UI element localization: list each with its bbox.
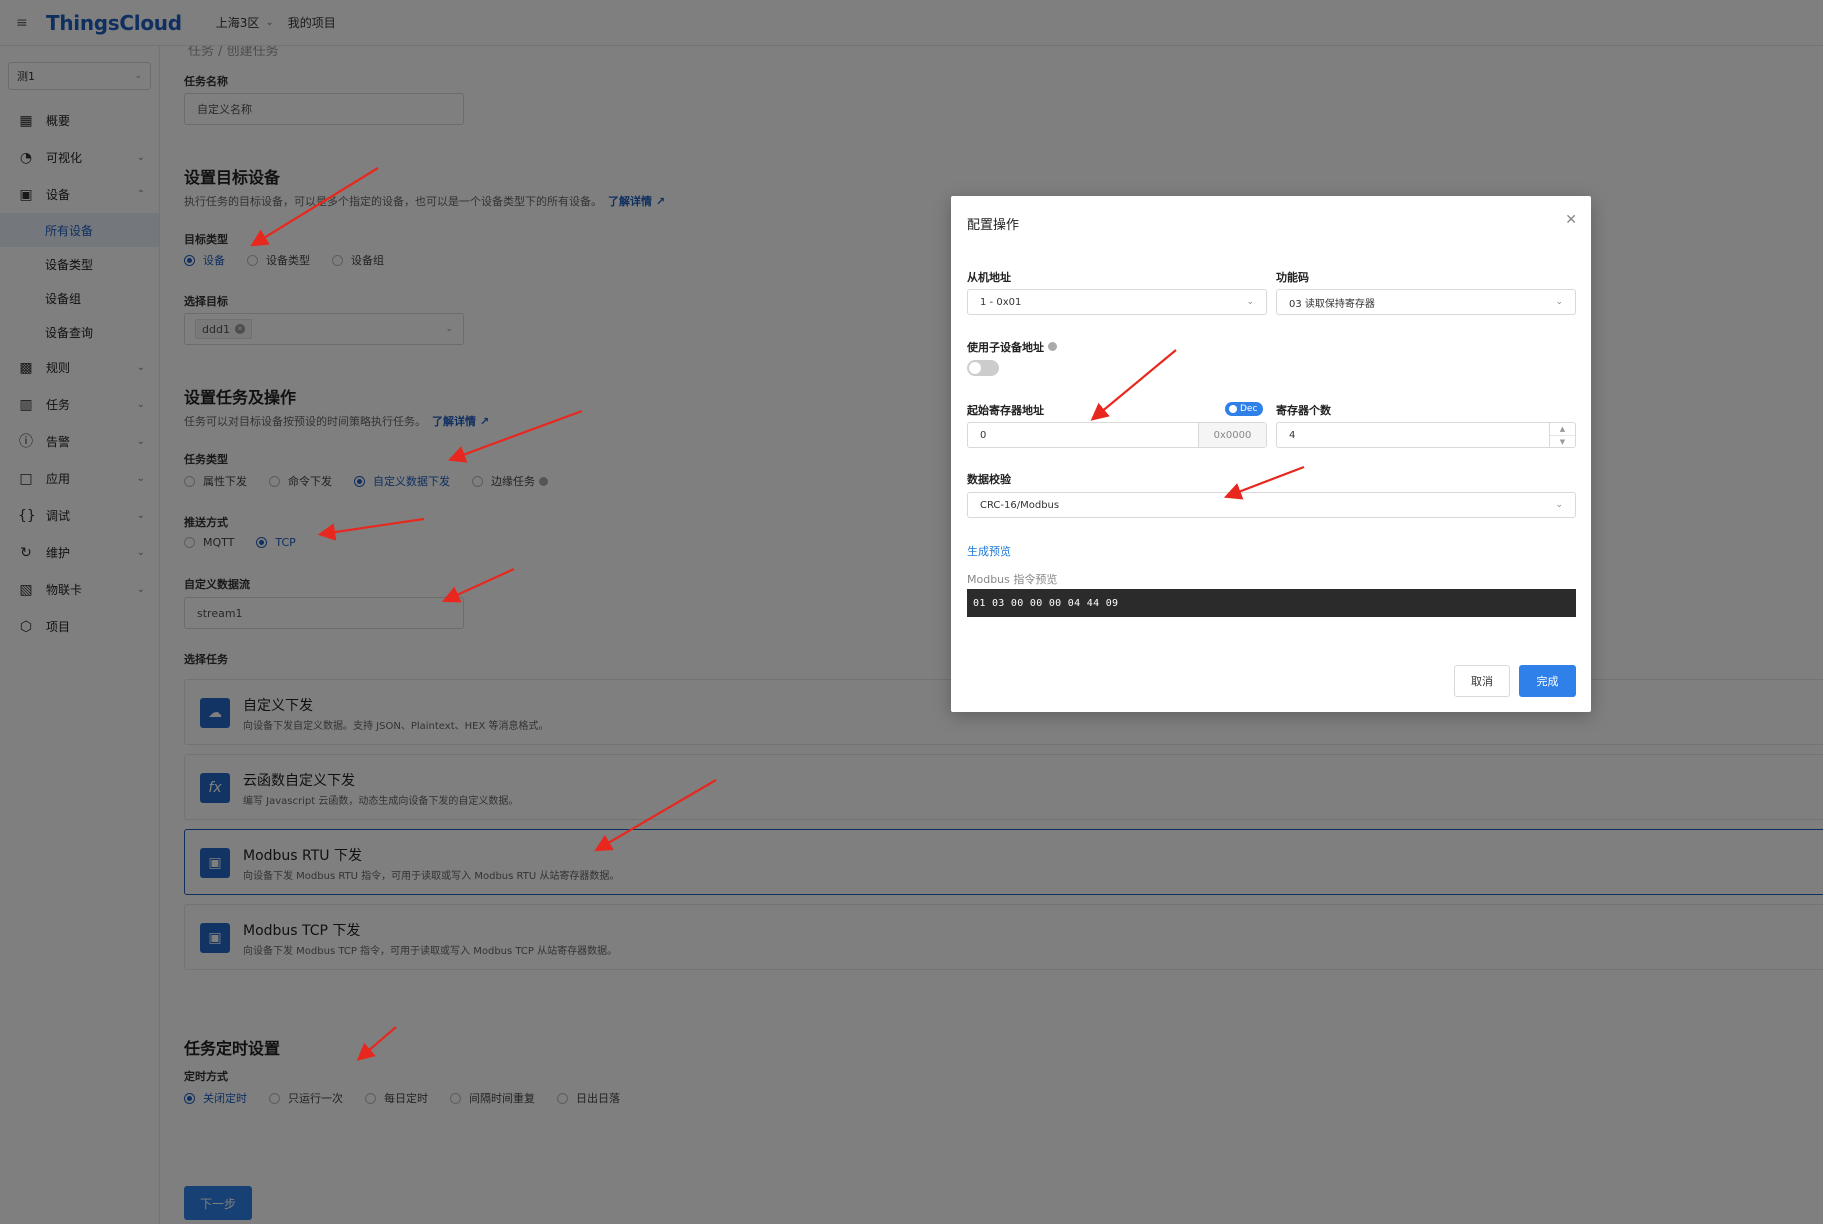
sub-device-address-label: 使用子设备地址 [967, 339, 1057, 355]
cancel-button[interactable]: 取消 [1454, 665, 1510, 697]
data-check-select[interactable]: CRC-16/Modbus ⌄ [967, 492, 1576, 518]
chevron-down-icon: ⌄ [1246, 297, 1254, 307]
slave-address-select[interactable]: 1 - 0x01 ⌄ [967, 289, 1267, 315]
start-register-label: 起始寄存器地址 [967, 404, 1044, 417]
dec-hex-switch[interactable]: Dec [1225, 402, 1264, 416]
slave-address-label: 从机地址 [967, 271, 1011, 284]
toggle-knob [969, 362, 981, 374]
stepper-up-icon[interactable]: ▲ [1550, 423, 1575, 435]
done-button[interactable]: 完成 [1519, 665, 1576, 697]
start-register-hex: 0x0000 [1198, 423, 1266, 447]
sub-device-address-text: 使用子设备地址 [967, 341, 1044, 354]
configure-operation-dialog: 配置操作 ✕ 从机地址 1 - 0x01 ⌄ 功能码 03 读取保持寄存器 ⌄ … [951, 196, 1591, 712]
app-root: ≡ ThingsCloud 上海3区 ⌄ 我的项目 测1 ⌄ ▦ 概要 ◔ 可视… [0, 0, 1823, 1224]
stepper-down-icon[interactable]: ▼ [1550, 435, 1575, 448]
function-code-value: 03 读取保持寄存器 [1289, 298, 1375, 310]
register-count-label: 寄存器个数 [1276, 404, 1331, 417]
preview-label: Modbus 指令预览 [967, 573, 1058, 586]
stepper: ▲ ▼ [1549, 423, 1575, 447]
data-check-value: CRC-16/Modbus [980, 499, 1060, 511]
function-code-select[interactable]: 03 读取保持寄存器 ⌄ [1276, 289, 1576, 315]
slave-address-value: 1 - 0x01 [980, 296, 1022, 308]
switch-knob [1229, 405, 1237, 413]
chevron-down-icon: ⌄ [1555, 500, 1563, 510]
start-register-input[interactable]: 0 0x0000 [967, 422, 1267, 448]
data-check-label: 数据校验 [967, 473, 1011, 486]
dec-badge-label: Dec [1240, 404, 1258, 414]
start-register-value[interactable]: 0 [968, 423, 1198, 447]
function-code-label: 功能码 [1276, 271, 1309, 284]
modbus-command-preview: 01 03 00 00 00 04 44 09 [967, 589, 1576, 617]
dialog-title: 配置操作 [967, 218, 1020, 233]
help-icon[interactable] [1048, 342, 1057, 351]
register-count-value[interactable]: 4 [1277, 423, 1549, 447]
sub-device-address-toggle[interactable] [967, 360, 999, 376]
generate-preview-link[interactable]: 生成预览 [967, 543, 1011, 559]
close-icon[interactable]: ✕ [1565, 212, 1577, 228]
chevron-down-icon: ⌄ [1555, 297, 1563, 307]
register-count-input[interactable]: 4 ▲ ▼ [1276, 422, 1576, 448]
